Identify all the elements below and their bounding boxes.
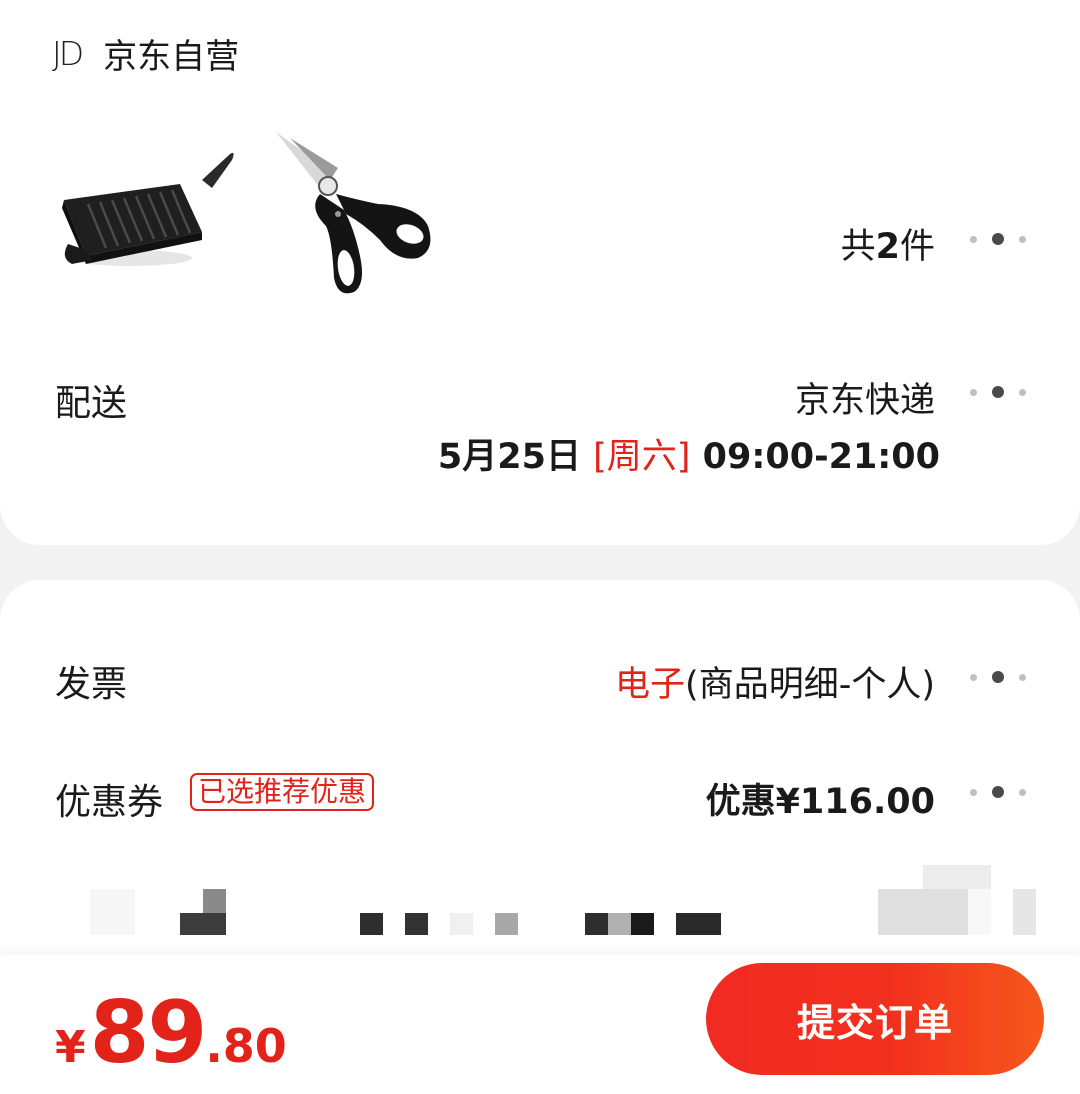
price-integer: 89 — [89, 983, 208, 1083]
grill-pan-icon[interactable] — [52, 140, 237, 280]
more-dots-icon[interactable] — [970, 786, 1026, 798]
scissors-icon[interactable] — [268, 128, 443, 303]
total-price: ¥ 89 .80 — [55, 983, 287, 1083]
submit-order-button[interactable]: 提交订单 — [706, 963, 1044, 1075]
invoice-detail: (商品明细-个人) — [685, 665, 935, 705]
invoice-label: 发票 — [55, 664, 128, 705]
shop-header: JD 京东自营 — [52, 30, 240, 77]
item-count-prefix: 共 — [840, 227, 876, 267]
delivery-method[interactable]: 京东快递 — [795, 372, 935, 423]
obscured-row — [90, 865, 1040, 935]
price-currency: ¥ — [55, 1022, 86, 1073]
item-count-number: 2 — [875, 227, 900, 267]
invoice-value[interactable]: 电子(商品明细-个人) — [615, 656, 935, 707]
more-dots-icon[interactable] — [970, 386, 1026, 398]
price-decimal: .80 — [205, 1019, 287, 1073]
delivery-date: 5月25日 — [437, 437, 581, 477]
order-card: JD 京东自营 共2件 配送 京东快递 5月25日 [周六] 09:00-21:… — [0, 0, 1080, 545]
delivery-time[interactable]: 5月25日 [周六] 09:00-21:00 — [438, 428, 940, 479]
item-count[interactable]: 共2件 — [841, 218, 935, 269]
bottom-bar: ¥ 89 .80 提交订单 — [0, 955, 1080, 1094]
coupon-label: 优惠券 — [55, 782, 164, 823]
jd-logo: JD — [52, 33, 84, 73]
invoice-type: 电子 — [615, 665, 686, 705]
checkout-page: JD 京东自营 共2件 配送 京东快递 5月25日 [周六] 09:00-21:… — [0, 0, 1080, 1094]
coupon-value[interactable]: 优惠¥116.00 — [706, 773, 935, 824]
delivery-label: 配送 — [55, 383, 128, 424]
item-count-suffix: 件 — [899, 227, 935, 267]
coupon-tag: 已选推荐优惠 — [190, 773, 375, 811]
shop-name: 京东自营 — [103, 36, 240, 77]
delivery-time-range: 09:00-21:00 — [702, 437, 940, 477]
delivery-weekday: [周六] — [593, 437, 691, 477]
more-dots-icon[interactable] — [970, 671, 1026, 683]
more-dots-icon[interactable] — [970, 233, 1026, 245]
